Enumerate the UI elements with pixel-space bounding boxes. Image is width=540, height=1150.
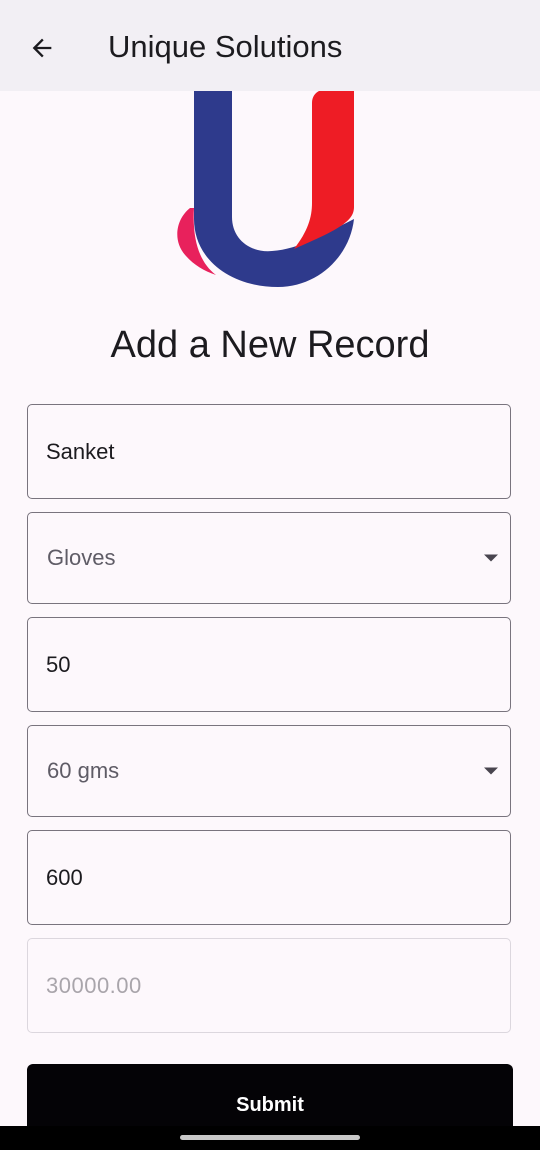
rate-field[interactable]: 600 [27, 830, 511, 925]
quantity-field[interactable]: 50 [27, 617, 511, 712]
total-amount-value: 30000.00 [46, 972, 142, 998]
weight-dropdown-value: 60 gms [47, 758, 120, 783]
dropdown-arrow-icon [484, 767, 498, 775]
dropdown-arrow-icon [484, 554, 498, 562]
app-title: Unique Solutions [108, 29, 343, 64]
name-field[interactable]: Sanket [27, 404, 511, 499]
app-bar: Unique Solutions [0, 0, 540, 91]
unique-solutions-logo [177, 91, 354, 287]
total-amount-field: 30000.00 [27, 938, 511, 1033]
product-dropdown[interactable]: Gloves [27, 512, 511, 604]
system-navigation-bar [0, 1126, 540, 1150]
name-field-value: Sanket [46, 438, 115, 464]
arrow-left-icon [32, 38, 52, 58]
product-dropdown-value: Gloves [47, 545, 116, 570]
form-title: Add a New Record [110, 324, 430, 366]
home-gesture-handle[interactable] [180, 1135, 360, 1140]
back-button[interactable] [18, 24, 66, 72]
weight-dropdown[interactable]: 60 gms [27, 725, 511, 817]
rate-field-value: 600 [46, 864, 83, 890]
quantity-field-value: 50 [46, 651, 71, 677]
